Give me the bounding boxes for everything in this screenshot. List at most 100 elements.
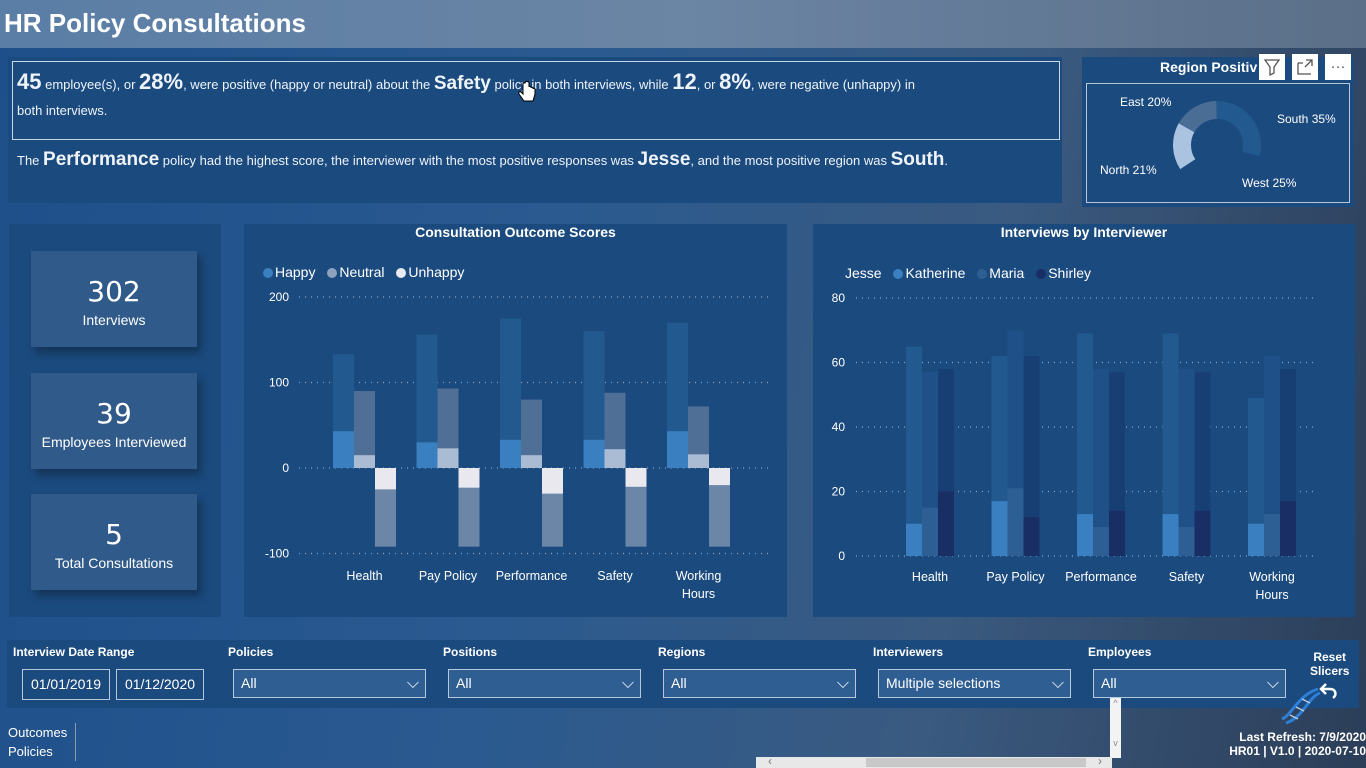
kpi-label: Total Consultations (54, 555, 174, 571)
nav-item-policies[interactable]: Policies (8, 742, 67, 761)
bar-inner-unhappy (458, 468, 480, 488)
text: employee(s), or (41, 77, 140, 92)
y-tick-label: 0 (282, 461, 289, 475)
kpi-value: 39 (96, 397, 132, 430)
bar-inner-maria (1178, 526, 1195, 556)
text: , were negative (unhappy) in (750, 77, 915, 92)
dna-logo-icon (1281, 687, 1321, 725)
x-tick-label: Hours (1255, 588, 1288, 602)
bar-inner-katherine (991, 501, 1008, 556)
bar-inner-maria (1264, 514, 1280, 556)
region-chart-title: Region Positiv (1160, 59, 1258, 75)
text: , and the most positive region was (690, 153, 891, 168)
bar-inner-shirley (1023, 517, 1040, 556)
focus-mode-icon[interactable] (1292, 54, 1318, 80)
more-options-icon[interactable]: ··· (1325, 54, 1351, 80)
reset-label-1: Reset (1313, 650, 1347, 664)
donut-label-east: East 20% (1120, 95, 1172, 109)
top-policy: Performance (43, 149, 160, 170)
text: , were positive (happy or neutral) about… (183, 77, 434, 92)
last-refresh: Last Refresh: 7/9/2020 (1239, 730, 1366, 744)
scroll-right-icon[interactable]: › (1098, 754, 1102, 768)
top-interviewer: Jesse (637, 149, 691, 170)
bar-inner-katherine (1162, 514, 1179, 556)
kpi-label: Employees Interviewed (41, 434, 187, 450)
dropdown-value: Multiple selections (886, 675, 1001, 691)
top-region: South (890, 149, 945, 170)
chevron-down-icon: ⌵ (621, 675, 634, 692)
positions-label: Positions (443, 645, 498, 659)
x-tick-label: Working (676, 569, 722, 583)
scroll-up-icon[interactable]: ^ (1110, 698, 1121, 708)
bar-inner-neutral (604, 449, 626, 468)
horizontal-scrollbar[interactable]: ‹ › (756, 754, 1112, 768)
slicer-bar: Interview Date Range 01/01/2019 01/12/20… (7, 640, 1359, 708)
bar-inner-unhappy (375, 468, 396, 490)
kpi-label: Interviews (82, 312, 146, 328)
x-tick-label: Working (1249, 570, 1295, 584)
outcome-scores-visual[interactable]: Consultation Outcome Scores Happy Neutra… (244, 224, 787, 617)
x-tick-label: Pay Policy (419, 569, 478, 583)
summary-line-1: 45 employee(s), or 28%, were positive (h… (17, 69, 915, 95)
x-tick-label: Performance (1065, 570, 1137, 584)
bar-inner-neutral (437, 448, 459, 468)
date-start-input[interactable]: 01/01/2019 (22, 669, 110, 700)
kpi-card-consultations: 5 Total Consultations (31, 494, 197, 590)
bar-inner-katherine (1077, 514, 1093, 556)
policy-name: Safety (433, 73, 491, 94)
dropdown-value: All (1101, 675, 1117, 691)
hand-cursor-icon (518, 81, 536, 102)
interviews-by-interviewer-visual[interactable]: Interviews by Interviewer Jesse Katherin… (813, 224, 1355, 617)
x-tick-label: Performance (496, 569, 568, 583)
bar-inner-maria (1007, 488, 1024, 556)
kpi-value: 5 (105, 518, 123, 551)
bar-inner-happy (667, 431, 688, 468)
y-tick-label: 40 (832, 420, 846, 434)
y-tick-label: 80 (832, 291, 846, 305)
donut-label-north: North 21% (1100, 163, 1157, 177)
scroll-down-icon[interactable]: v (1110, 738, 1121, 748)
nav-item-outcomes[interactable]: Outcomes (8, 723, 67, 742)
kpi-value: 302 (87, 275, 141, 308)
page-title: HR Policy Consultations (4, 8, 306, 38)
bar-inner-neutral (354, 455, 375, 468)
x-tick-label: Health (912, 570, 948, 584)
bar-inner-neutral (688, 454, 709, 468)
date-end-input[interactable]: 01/12/2020 (116, 669, 204, 700)
dropdown-value: All (671, 675, 687, 691)
bar-inner-shirley (1280, 501, 1296, 556)
x-tick-label: Hours (682, 587, 715, 601)
scroll-left-icon[interactable]: ‹ (768, 754, 772, 768)
vertical-scrollbar[interactable]: ^ v (1110, 698, 1121, 758)
kpi-panel: 302 Interviews 39 Employees Interviewed … (9, 224, 221, 617)
positive-count: 45 (17, 69, 42, 94)
bar-inner-happy (416, 442, 438, 468)
y-tick-label: -100 (265, 547, 289, 561)
bar-inner-katherine (906, 523, 922, 556)
bar-inner-shirley (1194, 510, 1211, 556)
title-bar: HR Policy Consultations (0, 0, 1366, 48)
employees-dropdown[interactable]: All ⌵ (1093, 669, 1286, 698)
x-tick-label: Safety (1169, 570, 1205, 584)
y-tick-label: 0 (838, 549, 845, 563)
donut-label-west: West 25% (1242, 176, 1297, 190)
positions-dropdown[interactable]: All ⌵ (448, 669, 641, 698)
bar-inner-maria (922, 507, 938, 556)
filter-icon[interactable] (1259, 54, 1285, 80)
page-nav: Outcomes Policies (8, 723, 77, 761)
donut-label-south: South 35% (1277, 112, 1336, 126)
kpi-card-employees: 39 Employees Interviewed (31, 373, 197, 469)
regions-label: Regions (658, 645, 706, 659)
interviewers-dropdown[interactable]: Multiple selections ⌵ (878, 669, 1071, 698)
y-tick-label: 100 (269, 376, 289, 390)
regions-dropdown[interactable]: All ⌵ (663, 669, 856, 698)
refresh-info: Last Refresh: 7/9/2020 HR01 | V1.0 | 202… (1229, 730, 1366, 758)
bar-inner-unhappy (542, 468, 563, 494)
scroll-thumb[interactable] (866, 758, 1086, 767)
bar-inner-happy (500, 439, 521, 468)
policies-dropdown[interactable]: All ⌵ (233, 669, 426, 698)
y-tick-label: 20 (832, 485, 846, 499)
bar-inner-katherine (1248, 523, 1264, 556)
chevron-down-icon: ⌵ (836, 675, 849, 692)
bar-inner-happy (333, 431, 354, 468)
